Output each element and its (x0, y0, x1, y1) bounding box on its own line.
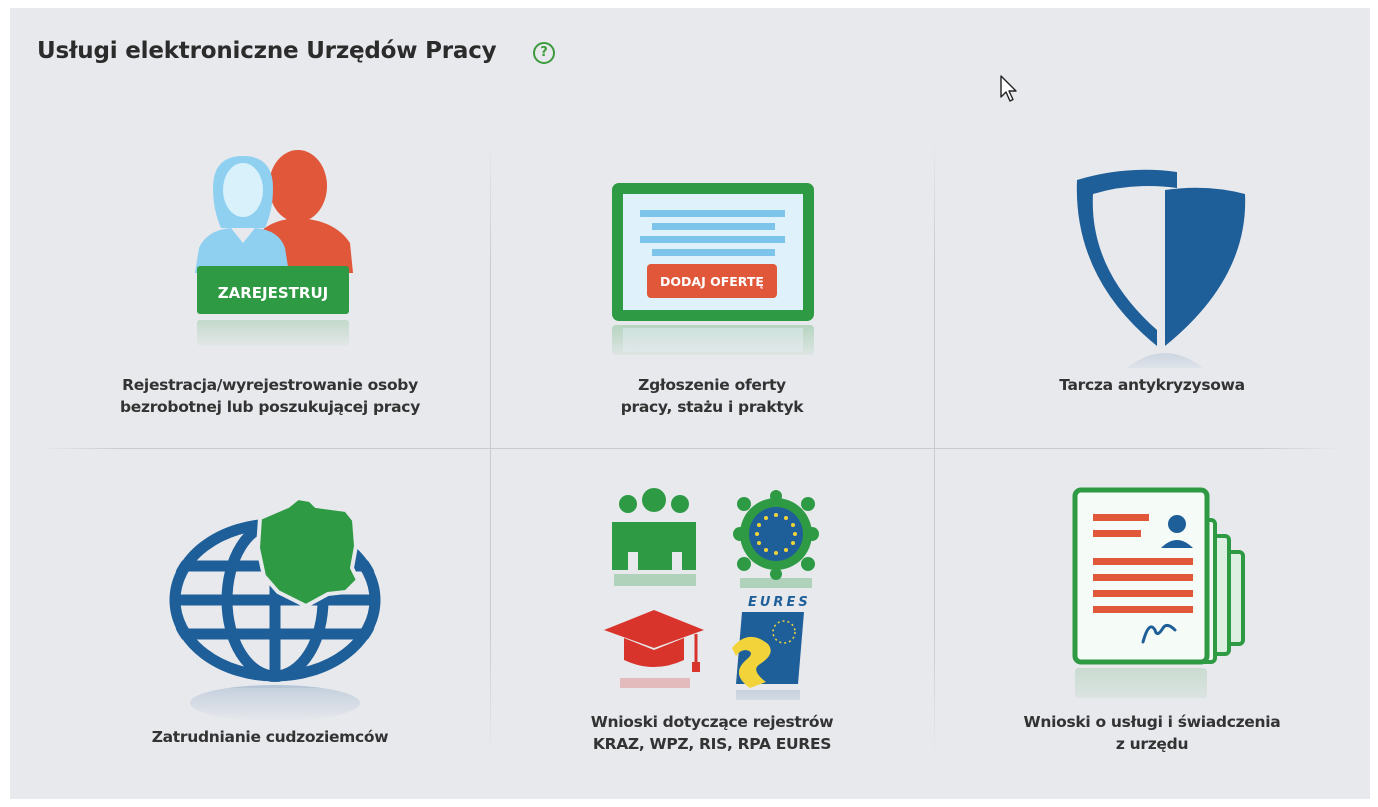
tile-registers-label-line2: KRAZ, WPZ, RIS, RPA EURES (592, 735, 832, 753)
tile-registration-label: Rejestracja/wyrejestrowanie osoby bezrob… (50, 374, 490, 418)
eures-text: EURES (748, 595, 811, 610)
tile-services-label: Wnioski o usługi i świadczenia z urzędu (934, 711, 1370, 755)
add-offer-badge-text: DODAJ OFERTĘ (660, 274, 764, 289)
tile-registers[interactable]: EURES Wnioski dotyczące rejestrów KRAZ, … (490, 458, 934, 778)
people-register-icon: ZAREJESTRUJ (195, 150, 353, 350)
help-icon[interactable]: ? (533, 42, 555, 64)
documents-icon (1059, 487, 1259, 720)
services-panel: Usługi elektroniczne Urzędów Pracy ? ZAR… (10, 8, 1370, 799)
tile-foreigners-label-line1: Zatrudnianie cudzoziemców (151, 728, 389, 746)
tile-job-offer-label-line1: Zgłoszenie oferty (638, 376, 786, 394)
globe-poland-icon (169, 495, 381, 723)
job-offer-screen-icon: DODAJ OFERTĘ (610, 183, 820, 363)
eures-logo-icon: EURES (732, 595, 811, 700)
eu-circle-icon (733, 490, 819, 588)
tile-job-offer[interactable]: DODAJ OFERTĘ Zgłoszenie oferty pracy, st… (490, 138, 934, 438)
tile-registers-label-line1: Wnioski dotyczące rejestrów (590, 713, 834, 731)
register-badge-text: ZAREJESTRUJ (218, 284, 328, 302)
tile-registration-label-line2: bezrobotnej lub poszukującej pracy (119, 398, 420, 416)
tile-foreigners-label: Zatrudnianie cudzoziemców (50, 726, 490, 748)
registers-icon: EURES (600, 488, 825, 723)
grid-divider-horizontal (40, 448, 1340, 449)
tile-anti-crisis-shield-label: Tarcza antykryzysowa (934, 374, 1370, 396)
tile-anti-crisis-shield[interactable]: Tarcza antykryzysowa (934, 138, 1370, 438)
group-people-icon (612, 488, 696, 586)
tile-services-label-line2: z urzędu (1115, 735, 1189, 753)
tile-services[interactable]: Wnioski o usługi i świadczenia z urzędu (934, 458, 1370, 778)
tile-job-offer-label: Zgłoszenie oferty pracy, stażu i praktyk (490, 374, 934, 418)
tile-anti-crisis-shield-label-line1: Tarcza antykryzysowa (1059, 376, 1245, 394)
tile-foreigners[interactable]: Zatrudnianie cudzoziemców (50, 458, 490, 778)
tile-job-offer-label-line2: pracy, stażu i praktyk (620, 398, 804, 416)
tile-registration-label-line1: Rejestracja/wyrejestrowanie osoby (122, 376, 418, 394)
shield-icon (1076, 169, 1246, 375)
tile-registration[interactable]: ZAREJESTRUJ Rejestracja/wyrejestrowanie … (50, 138, 490, 438)
tile-registers-label: Wnioski dotyczące rejestrów KRAZ, WPZ, R… (490, 711, 934, 755)
tile-services-label-line1: Wnioski o usługi i świadczenia (1023, 713, 1281, 731)
mouse-cursor-icon (1000, 75, 1017, 102)
page-title: Usługi elektroniczne Urzędów Pracy (37, 38, 497, 64)
graduation-cap-icon (604, 610, 704, 688)
